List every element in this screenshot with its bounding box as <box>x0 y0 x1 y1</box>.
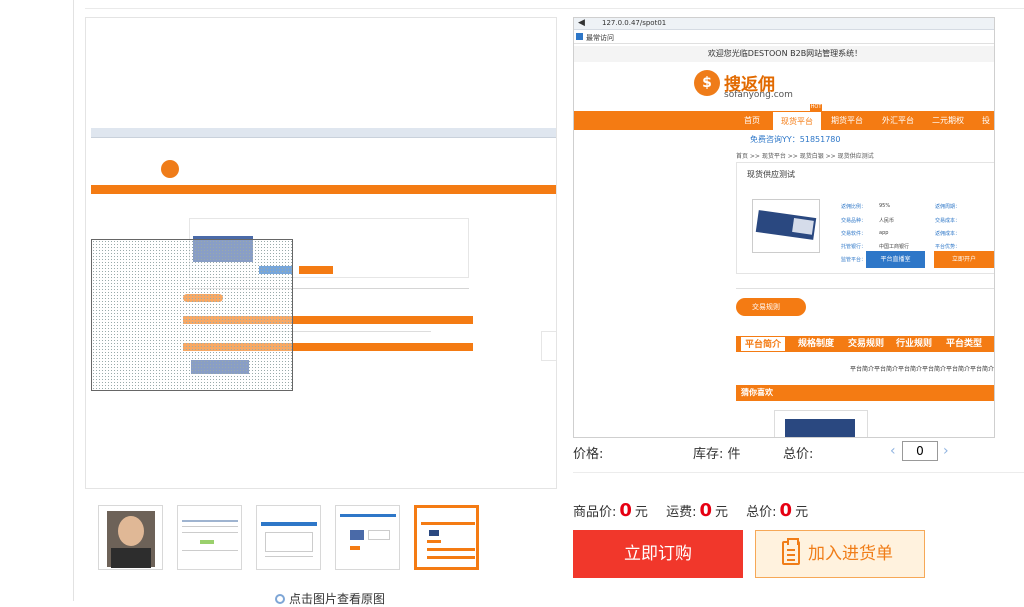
nav-futures: 期货平台 <box>831 116 863 125</box>
yuan-unit: 元 <box>795 505 809 520</box>
guess-image <box>774 410 868 437</box>
tab-intro: 平台简介 <box>740 336 787 352</box>
nav-home: 首页 <box>744 116 760 125</box>
price-label: 价格: <box>573 447 604 462</box>
stock-label: 库存: 件 <box>693 447 741 462</box>
thumbnail-3[interactable] <box>256 505 321 570</box>
shipping-label: 运费: <box>666 505 697 520</box>
preview-tabs: 平台简介 规格制度 交易规则 行业规则 平台类型 <box>736 336 994 352</box>
sum-value: 0 <box>779 500 793 521</box>
free-consult: 免费咨询YY：51851780 <box>750 135 841 144</box>
add-to-cart-button[interactable]: 加入进货单 <box>755 530 925 578</box>
chevron-left-icon[interactable]: ‹ <box>890 443 896 459</box>
yuan-unit: 元 <box>634 505 648 520</box>
thumbnail-1[interactable] <box>98 505 163 570</box>
nav-invest: 投资 <box>982 116 990 144</box>
goods-price-label: 商品价: <box>573 505 617 520</box>
quantity-input[interactable] <box>902 441 938 461</box>
price-row: 价格: 库存: 件 总价: <box>573 443 1024 463</box>
top-divider <box>85 8 1024 9</box>
clipboard-icon <box>782 538 800 565</box>
page-divider <box>73 0 74 601</box>
logo-icon: $ <box>694 70 720 96</box>
favorites-label: 最常访问 <box>586 34 614 42</box>
open-account-button: 立即开户 <box>934 251 994 268</box>
preview-nav: 首页 现货平台 期货平台 外汇平台 二元期权 投资 <box>574 111 994 144</box>
add-to-cart-label: 加入进货单 <box>808 544 893 564</box>
view-original-text: 点击图片查看原图 <box>289 592 386 606</box>
rules-pill: 交易规则 <box>736 298 806 316</box>
magnifier-icon <box>275 594 285 604</box>
thumbnail-2[interactable] <box>177 505 242 570</box>
total-label: 总价: <box>783 447 814 462</box>
order-now-button[interactable]: 立即订购 <box>573 530 743 578</box>
intro-text: 平台简介平台简介平台简介平台简介平台简介平台简介 <box>850 366 995 373</box>
yuan-unit: 元 <box>715 505 729 520</box>
nav-options: 二元期权 <box>932 116 964 125</box>
logo-domain: sofanyong.com <box>724 90 793 100</box>
nav-forex: 外汇平台 <box>882 116 914 125</box>
guess-you-like: 猜你喜欢 <box>736 385 994 401</box>
preview-url: 127.0.0.47/spot01 <box>602 19 667 27</box>
tab-specs: 规格制度 <box>798 339 835 349</box>
totals-row: 商品价: 0 元 运费: 0 元 总价: 0 元 <box>573 500 822 526</box>
view-original-hint[interactable]: 点击图片查看原图 <box>275 590 385 607</box>
shipping-value: 0 <box>699 500 712 521</box>
nav-spot: 现货平台 <box>772 111 822 130</box>
sum-label: 总价: <box>746 505 777 520</box>
main-product-image[interactable] <box>85 17 557 489</box>
breadcrumb: 首页 >> 现货平台 >> 现货白银 >> 现货供应测试 <box>736 153 874 160</box>
favorites-icon <box>576 33 583 40</box>
goods-price-value: 0 <box>619 500 632 521</box>
card-image <box>752 199 820 253</box>
tab-platform-type: 平台类型 <box>946 339 983 349</box>
zoom-lens[interactable] <box>91 239 293 391</box>
live-room-button: 平台直播室 <box>866 251 925 268</box>
hot-badge: HOT <box>810 104 822 111</box>
tab-industry-rules: 行业规则 <box>896 339 933 349</box>
card-title: 现货供应测试 <box>747 170 795 179</box>
thumbnail-5[interactable] <box>414 505 479 570</box>
thumbnail-4[interactable] <box>335 505 400 570</box>
tab-trade-rules: 交易规则 <box>848 339 885 349</box>
chevron-right-icon[interactable]: › <box>943 443 949 459</box>
welcome-text: 欢迎您光临DESTOON B2B网站管理系统！ <box>574 46 994 62</box>
zoom-preview: ◀ 127.0.0.47/spot01 最常访问 欢迎您光临DESTOON B2… <box>573 17 995 438</box>
back-arrow-icon: ◀ <box>578 18 585 28</box>
